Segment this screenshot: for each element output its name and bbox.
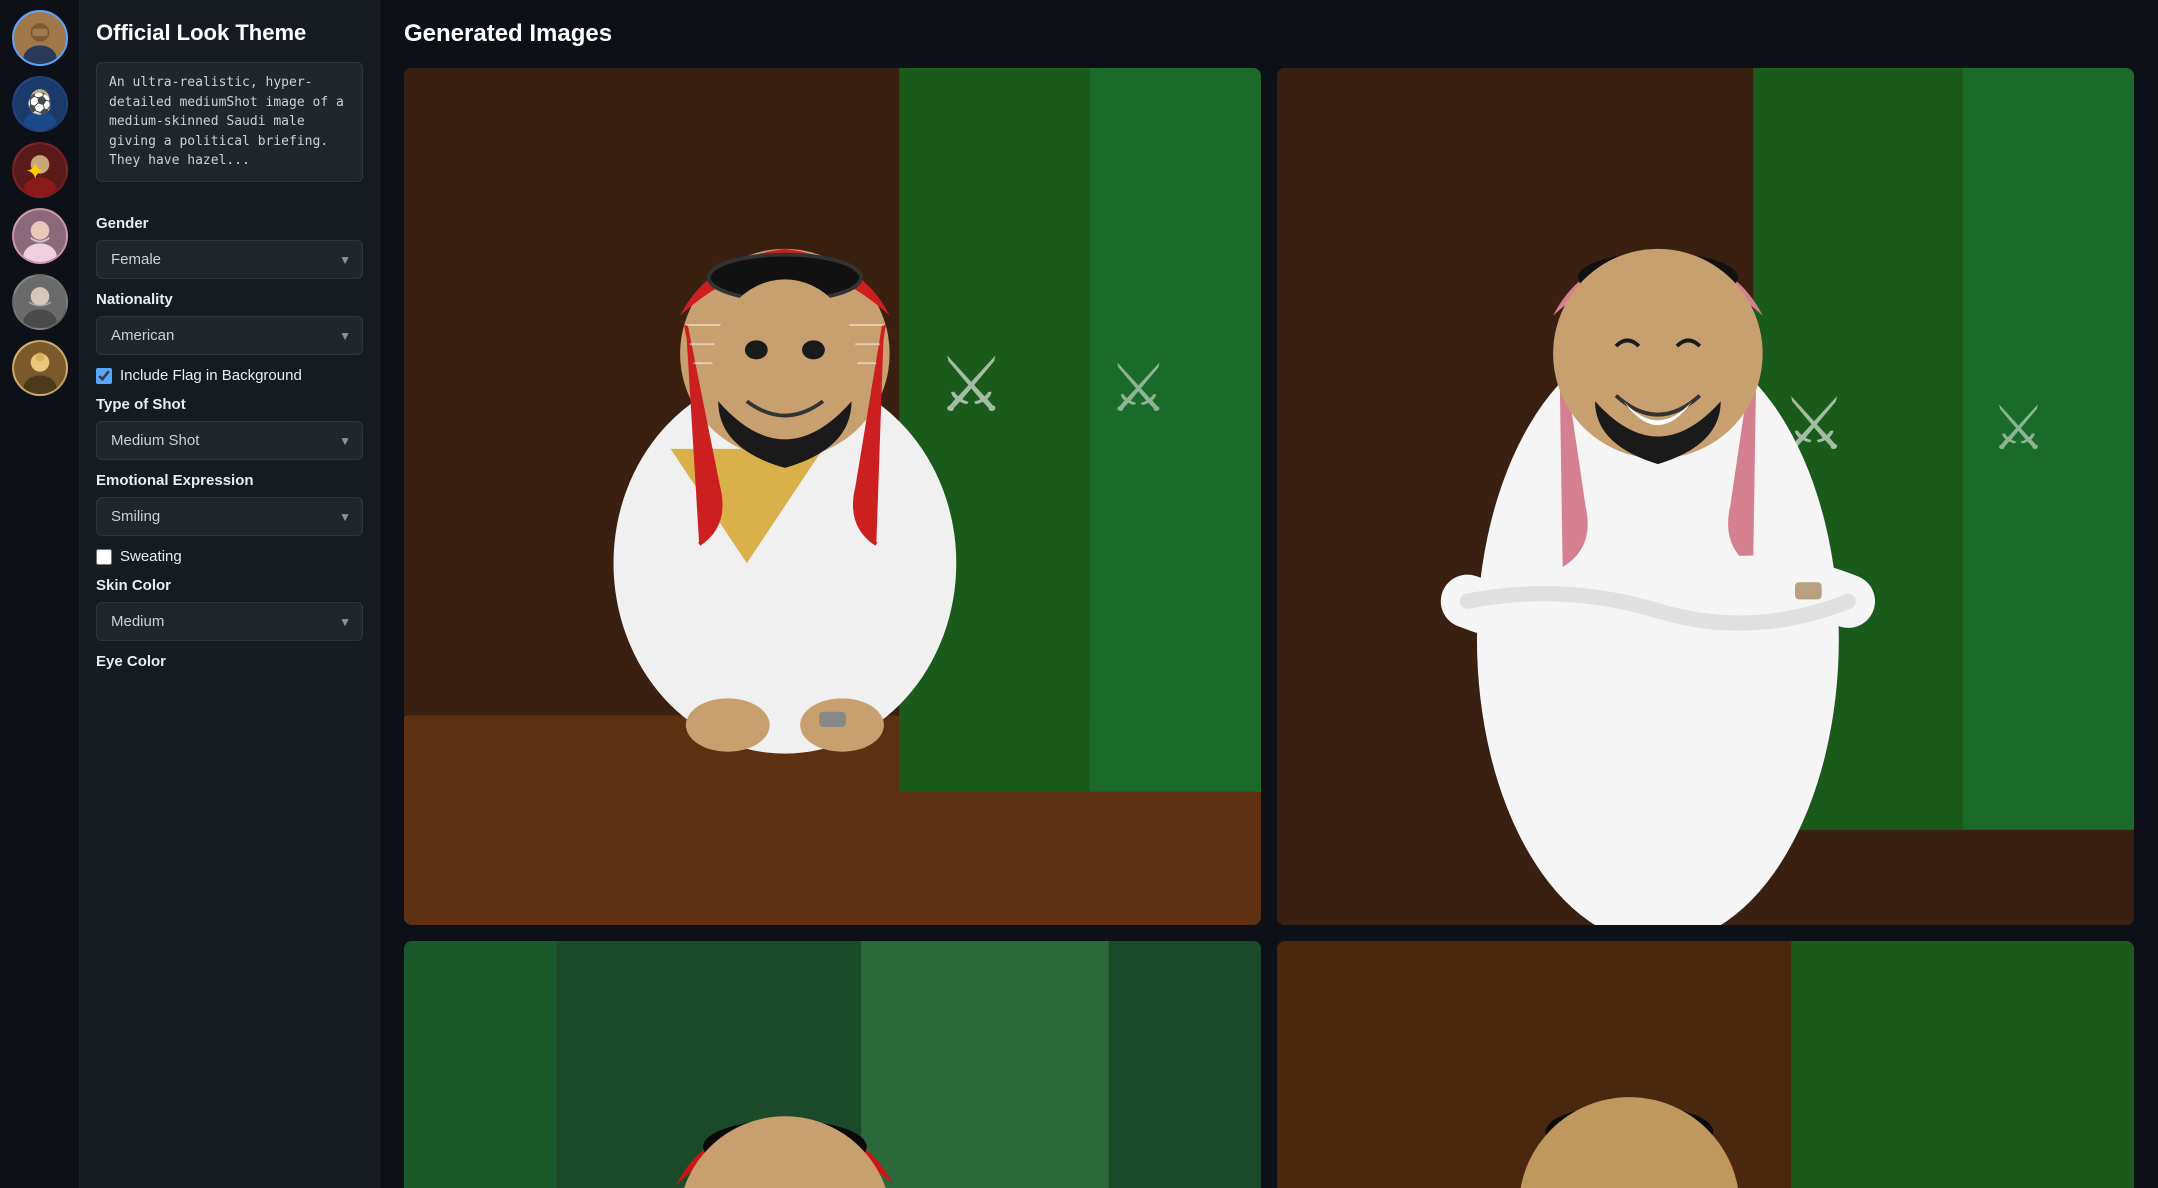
image-card-2[interactable]: ⚔ ⚔ bbox=[1277, 68, 2134, 925]
svg-text:⚽: ⚽ bbox=[26, 92, 52, 116]
skin-color-select[interactable]: Light Medium Dark Very Dark bbox=[96, 602, 363, 641]
type-of-shot-select[interactable]: Close Up Medium Shot Wide Shot Full Body bbox=[96, 421, 363, 460]
sidebar-avatar-6[interactable] bbox=[12, 340, 68, 396]
sidebar-avatar-4[interactable] bbox=[12, 208, 68, 264]
sweating-row: Sweating bbox=[96, 548, 363, 565]
gender-select[interactable]: Male Female Non-binary bbox=[96, 240, 363, 279]
image-card-3[interactable]: ⚔ bbox=[404, 941, 1261, 1188]
nationality-select[interactable]: American Saudi British French German Jap… bbox=[96, 316, 363, 355]
main-content: Generated Images ⚔ ⚔ bbox=[380, 0, 2158, 1188]
emotional-expression-select-wrapper: Neutral Smiling Serious Happy Sad ▼ bbox=[96, 497, 363, 536]
svg-text:⚔: ⚔ bbox=[1109, 353, 1169, 426]
panel-title: Official Look Theme bbox=[96, 20, 363, 46]
sidebar-avatar-5[interactable] bbox=[12, 274, 68, 330]
image-placeholder-2: ⚔ ⚔ bbox=[1277, 68, 2134, 925]
include-flag-row: Include Flag in Background bbox=[96, 367, 363, 384]
sidebar-avatar-2[interactable]: ⚽ bbox=[12, 76, 68, 132]
image-placeholder-1: ⚔ ⚔ bbox=[404, 68, 1261, 925]
svg-text:⚔: ⚔ bbox=[937, 344, 1005, 428]
sidebar-avatar-1[interactable] bbox=[12, 10, 68, 66]
type-of-shot-label: Type of Shot bbox=[96, 396, 363, 413]
gender-select-wrapper: Male Female Non-binary ▼ bbox=[96, 240, 363, 279]
sidebar-avatar-3[interactable]: ✦ bbox=[12, 142, 68, 198]
emotional-expression-label: Emotional Expression bbox=[96, 472, 363, 489]
svg-text:⚔: ⚔ bbox=[1991, 396, 2046, 463]
nationality-select-wrapper: American Saudi British French German Jap… bbox=[96, 316, 363, 355]
emotional-expression-select[interactable]: Neutral Smiling Serious Happy Sad bbox=[96, 497, 363, 536]
prompt-textarea[interactable]: An ultra-realistic, hyper-detailed mediu… bbox=[96, 62, 363, 182]
skin-color-label: Skin Color bbox=[96, 577, 363, 594]
type-of-shot-select-wrapper: Close Up Medium Shot Wide Shot Full Body… bbox=[96, 421, 363, 460]
skin-color-select-wrapper: Light Medium Dark Very Dark ▼ bbox=[96, 602, 363, 641]
image-placeholder-4: ⚔ ⚔ bbox=[1277, 941, 2134, 1188]
eye-color-label: Eye Color bbox=[96, 653, 363, 670]
image-placeholder-3: ⚔ bbox=[404, 941, 1261, 1188]
image-card-4[interactable]: ⚔ ⚔ bbox=[1277, 941, 2134, 1188]
sidebar: ⚽ ✦ bbox=[0, 0, 80, 1188]
controls-panel: Official Look Theme An ultra-realistic, … bbox=[80, 0, 380, 1188]
image-card-1[interactable]: ⚔ ⚔ bbox=[404, 68, 1261, 925]
svg-text:✦: ✦ bbox=[25, 158, 45, 185]
section-title: Generated Images bbox=[404, 20, 2134, 48]
gender-label: Gender bbox=[96, 215, 363, 232]
sweating-checkbox[interactable] bbox=[96, 549, 112, 565]
nationality-label: Nationality bbox=[96, 291, 363, 308]
include-flag-label[interactable]: Include Flag in Background bbox=[120, 367, 302, 384]
include-flag-checkbox[interactable] bbox=[96, 368, 112, 384]
images-grid: ⚔ ⚔ bbox=[404, 68, 2134, 1188]
sweating-label[interactable]: Sweating bbox=[120, 548, 182, 565]
